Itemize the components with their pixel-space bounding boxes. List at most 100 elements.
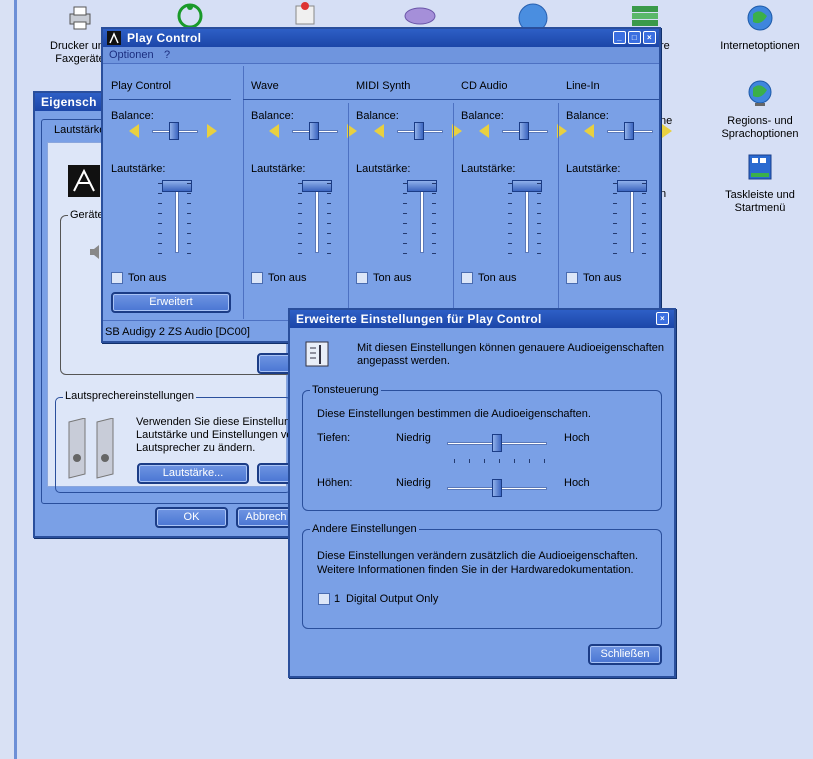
- tone-description: Diese Einstellungen bestimmen die Audioe…: [317, 408, 591, 420]
- volume-button[interactable]: Lautstärke...: [137, 463, 249, 484]
- taskbar-icon: [748, 154, 772, 180]
- channel-separator: [348, 103, 349, 319]
- volume-slider-thumb[interactable]: [512, 180, 542, 192]
- channel-name: MIDI Synth: [356, 80, 411, 92]
- digital-output-checkbox[interactable]: [318, 593, 330, 605]
- channel-header-underline: [109, 99, 231, 100]
- desktop-left-edge: [0, 0, 17, 759]
- other-group-title: Andere Einstellungen: [310, 523, 419, 535]
- volume-tick: [403, 213, 407, 214]
- mute-label: Ton aus: [373, 272, 412, 284]
- volume-tick: [508, 203, 512, 204]
- volume-tick: [187, 223, 191, 224]
- volume-tick: [187, 233, 191, 234]
- cd-user-icon[interactable]: [290, 0, 320, 28]
- speaker-left-icon: [129, 124, 139, 138]
- desktop-partial-label: re: [660, 40, 670, 52]
- volume-tick: [537, 243, 541, 244]
- volume-tick: [432, 223, 436, 224]
- tone-tick: [469, 459, 470, 463]
- globe-icon: [747, 5, 773, 31]
- globe-partial-icon[interactable]: [516, 2, 550, 30]
- other-description: Diese Einstellungen verändern zusätzlich…: [317, 550, 639, 576]
- volume-tick: [403, 203, 407, 204]
- close-button[interactable]: ×: [643, 31, 656, 44]
- volume-tick: [327, 233, 331, 234]
- volume-slider-thumb[interactable]: [162, 180, 192, 192]
- software-icon[interactable]: [628, 2, 662, 30]
- advanced-button[interactable]: Erweitert: [111, 292, 231, 313]
- cancel-button[interactable]: Abbrech: [236, 507, 296, 528]
- volume-tick: [158, 203, 162, 204]
- volume-tick: [537, 193, 541, 194]
- volume-tick: [327, 223, 331, 224]
- volume-slider-thumb[interactable]: [617, 180, 647, 192]
- volume-tick: [508, 193, 512, 194]
- volume-tick: [158, 223, 162, 224]
- volume-tick: [403, 193, 407, 194]
- volume-tick: [327, 183, 331, 184]
- close-button[interactable]: Schließen: [588, 644, 662, 665]
- volume-tick: [298, 213, 302, 214]
- volume-tick: [327, 213, 331, 214]
- menu-options[interactable]: Optionen: [109, 49, 154, 61]
- tone-tick: [544, 459, 545, 463]
- desktop-icon-taskbar[interactable]: Taskleiste und Startmenü: [712, 153, 808, 215]
- menu-help[interactable]: ?: [164, 49, 170, 61]
- bass-slider-thumb[interactable]: [492, 434, 502, 452]
- treble-high-label: Hoch: [564, 477, 590, 489]
- balance-slider-thumb[interactable]: [519, 122, 529, 140]
- balance-slider-thumb[interactable]: [624, 122, 634, 140]
- volume-tick: [613, 213, 617, 214]
- balance-slider-thumb[interactable]: [169, 122, 179, 140]
- mixer-channels: Play Control Balance: Lautstärke: Ton au…: [103, 66, 672, 319]
- mute-checkbox[interactable]: [251, 272, 263, 284]
- volume-slider-thumb[interactable]: [407, 180, 437, 192]
- mute-checkbox[interactable]: [566, 272, 578, 284]
- advanced-title: Erweiterte Einstellungen für Play Contro…: [296, 312, 542, 326]
- network-icon[interactable]: [403, 4, 437, 28]
- treble-low-label: Niedrig: [396, 477, 431, 489]
- balance-slider-thumb[interactable]: [309, 122, 319, 140]
- minimize-button[interactable]: _: [613, 31, 626, 44]
- volume-tick: [508, 183, 512, 184]
- channel-header-divider: [243, 99, 659, 100]
- tone-tick: [529, 459, 530, 463]
- play-control-titlebar[interactable]: Play Control _ □ ×: [103, 29, 659, 47]
- speaker-settings-text: Verwenden Sie diese Einstellung Lautstär…: [136, 416, 297, 454]
- mute-label: Ton aus: [128, 272, 167, 284]
- balance-slider-thumb[interactable]: [414, 122, 424, 140]
- advanced-titlebar[interactable]: Erweiterte Einstellungen für Play Contro…: [290, 310, 674, 328]
- tone-group: Tonsteuerung Diese Einstellungen bestimm…: [302, 384, 662, 511]
- treble-slider-thumb[interactable]: [492, 479, 502, 497]
- advanced-close-icon[interactable]: ×: [656, 312, 669, 325]
- mixer-channel: MIDI Synth Balance: Lautstärke: Ton aus: [348, 66, 462, 319]
- volume-label: Lautstärke:: [251, 163, 306, 175]
- desktop-icon-internet-options[interactable]: Internetoptionen: [712, 4, 808, 53]
- channel-name: Line-In: [566, 80, 600, 92]
- play-control-window: Play Control _ □ × Optionen ? Play Contr…: [101, 27, 672, 343]
- speaker-left-icon: [584, 124, 594, 138]
- maximize-button[interactable]: □: [628, 31, 641, 44]
- desktop-icon-label: Internetoptionen: [720, 40, 800, 52]
- speaker-left-icon: [269, 124, 279, 138]
- treble-label: Höhen:: [317, 477, 353, 489]
- mute-checkbox[interactable]: [356, 272, 368, 284]
- creative-app-icon: [107, 31, 121, 45]
- digital-output-label: Digital Output Only: [346, 593, 439, 605]
- device-group-title: Geräte: [68, 209, 106, 221]
- tab-volume[interactable]: Lautstärke: [54, 124, 105, 136]
- desktop-icon-regional[interactable]: Regions- und Sprachoptionen: [712, 79, 808, 141]
- ok-button[interactable]: OK: [155, 507, 228, 528]
- volume-tick: [327, 243, 331, 244]
- volume-tick: [508, 223, 512, 224]
- speaker-left-icon: [479, 124, 489, 138]
- accessibility-icon[interactable]: [176, 2, 206, 30]
- creative-logo-icon: [68, 165, 100, 197]
- mute-checkbox[interactable]: [111, 272, 123, 284]
- volume-slider-thumb[interactable]: [302, 180, 332, 192]
- tone-tick: [454, 459, 455, 463]
- volume-tick: [432, 213, 436, 214]
- mute-checkbox[interactable]: [461, 272, 473, 284]
- volume-tick: [642, 253, 646, 254]
